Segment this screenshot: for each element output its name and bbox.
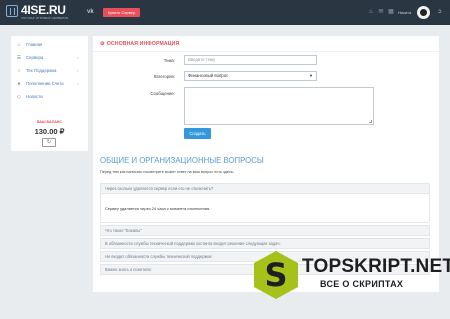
logo-mark (6, 5, 18, 17)
message-label: Сообщение: (150, 91, 175, 96)
chevron-left-icon: ‹ (77, 68, 79, 73)
sidebar-item-home[interactable]: ⌂ Главная (11, 39, 88, 51)
sidebar-item-label: Сервера (26, 55, 44, 60)
sidebar-item-label: Новости (26, 94, 43, 99)
subject-input[interactable]: Введите тему (184, 55, 317, 65)
sidebar-item-label: Главная (26, 42, 43, 47)
server-icon: ☰ (16, 55, 22, 61)
sidebar-item-servers[interactable]: ☰ Сервера ‹ (11, 52, 88, 64)
logo-tagline: ХОСТИНГ ИГРОВЫХ СЕРВЕРОВ (21, 16, 68, 20)
calendar-icon[interactable]: ▦ (388, 9, 394, 16)
category-select[interactable]: Финансовый вопрос ▼ (184, 71, 317, 81)
sidebar-item-topup[interactable]: ● Пополнение Счета ‹ (11, 78, 88, 90)
faq-item[interactable]: В обязанности службы технической поддерж… (100, 238, 430, 249)
sidebar-item-label: Тех.Поддержка (26, 68, 57, 73)
sidebar-item-news[interactable]: ◇ Новости (11, 91, 88, 103)
chevron-down-icon: ▼ (309, 73, 313, 78)
support-icon: ○ (17, 68, 21, 74)
top-header: 4ISE.RU ХОСТИНГ ИГРОВЫХ СЕРВЕРОВ vk Купи… (0, 0, 450, 25)
create-button[interactable]: Создать (184, 128, 211, 139)
watermark-logo: S TOPSKRIPT.NET ВСЕ О СКРИПТАХ (254, 251, 450, 299)
divider (93, 51, 439, 52)
wallet-icon: ● (17, 81, 21, 87)
chevron-left-icon: ‹ (77, 55, 79, 60)
category-value: Финансовый вопрос (188, 73, 229, 78)
watermark-subtitle: ВСЕ О СКРИПТАХ (320, 279, 404, 289)
exit-icon[interactable]: ➲ (437, 9, 444, 16)
balance-value: 130.00 ₽ (34, 127, 65, 136)
bell-icon[interactable]: ♨ (368, 9, 374, 16)
faq-item[interactable]: Что такое "Бэкапы" (100, 225, 430, 236)
logo-brand: 4ISE.RU (21, 3, 66, 17)
subject-label: Тема: (163, 58, 175, 63)
vk-icon[interactable]: vk (87, 9, 96, 16)
sidebar-item-support[interactable]: ○ Тех.Поддержка ‹ (11, 65, 88, 77)
watermark-letter: S (264, 256, 288, 294)
site-logo[interactable]: 4ISE.RU ХОСТИНГ ИГРОВЫХ СЕРВЕРОВ (6, 3, 70, 22)
balance-label: ВАШ БАЛАНС (36, 120, 62, 124)
section-title: ⚙ ОСНОВНАЯ ИНФОРМАЦИЯ (100, 41, 180, 47)
category-label: Категория: (153, 74, 175, 79)
news-icon: ◇ (17, 94, 21, 100)
gear-icon: ⚙ (100, 41, 105, 47)
mail-icon[interactable]: ✉ (378, 9, 384, 16)
chevron-left-icon: ‹ (77, 81, 79, 86)
faq-note: Перед тем как написать посмотрите может … (100, 170, 234, 174)
refresh-icon[interactable]: ↻ (42, 138, 56, 147)
resize-handle-icon[interactable] (369, 120, 372, 123)
sidebar-item-label: Пополнение Счета (26, 81, 64, 86)
watermark-name: TOPSKRIPT.NET (302, 256, 450, 277)
message-textarea[interactable] (184, 87, 374, 125)
faq-answer: Сервер удаляется через 24 часа с момента… (100, 193, 430, 223)
home-icon: ⌂ (17, 42, 21, 48)
avatar[interactable] (417, 6, 430, 19)
user-name[interactable]: Никита (398, 10, 411, 15)
faq-title: ОБЩИЕ И ОРГАНИЗАЦИОННЫЕ ВОПРОСЫ (100, 156, 264, 165)
buy-server-button[interactable]: Купить Сервер (103, 8, 140, 17)
balance-box: ВАШ БАЛАНС 130.00 ₽ ↻ (11, 117, 88, 151)
